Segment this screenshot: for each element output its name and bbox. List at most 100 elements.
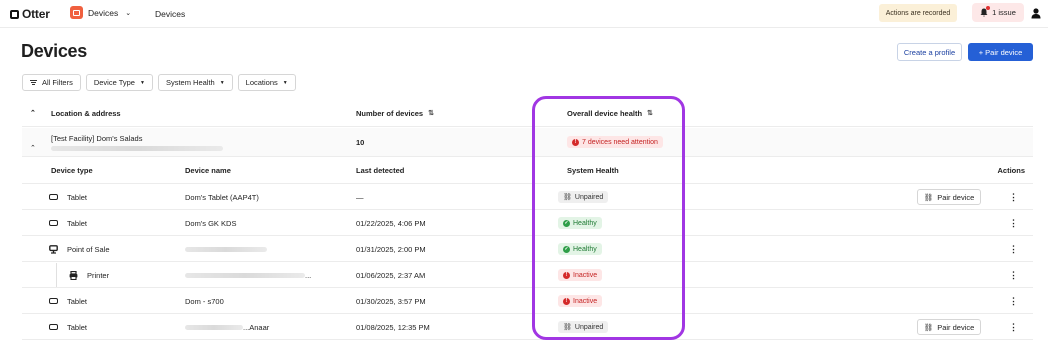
column-header-device-type: Device type: [51, 166, 93, 175]
more-actions-icon[interactable]: ⋮: [1009, 185, 1018, 209]
attention-badge: ! 7 devices need attention: [567, 136, 663, 148]
more-actions-icon[interactable]: ⋮: [1009, 211, 1018, 235]
device-type-cell: Tablet: [49, 211, 87, 235]
tablet-icon: [49, 220, 58, 226]
device-type-cell: Tablet: [49, 185, 87, 209]
device-type: Tablet: [67, 322, 88, 332]
device-type: Tablet: [67, 192, 88, 202]
caret-down-icon: ▼: [219, 79, 225, 86]
alert-icon: !: [563, 297, 570, 305]
device-name-suffix: ...Anaar: [243, 322, 270, 332]
printer-icon: [69, 270, 78, 280]
create-profile-button[interactable]: Create a profile: [897, 43, 962, 61]
device-type: Point of Sale: [67, 244, 110, 254]
device-type-cell: Tablet: [49, 289, 87, 313]
status-label: Inactive: [573, 271, 598, 279]
device-name-suffix: ...: [305, 270, 312, 280]
filter-bar: All Filters Device Type ▼ System Health …: [22, 74, 296, 91]
last-detected: 01/06/2025, 2:37 AM: [356, 270, 426, 280]
device-type-filter[interactable]: Device Type ▼: [85, 74, 153, 91]
last-detected: 01/31/2025, 2:00 PM: [356, 244, 426, 254]
system-health-cell: ! Inactive: [558, 263, 603, 287]
more-actions-icon[interactable]: ⋮: [1009, 263, 1018, 287]
point-of-sale-icon: [49, 244, 58, 254]
device-name-redacted: [185, 246, 267, 252]
bell-icon: [980, 6, 991, 17]
all-filters-button[interactable]: All Filters: [22, 74, 81, 91]
status-label: Healthy: [573, 219, 597, 227]
tablet-icon: [49, 324, 58, 330]
system-health-cell: ✓ Healthy: [558, 211, 602, 235]
issues-label: 1 issue: [992, 8, 1016, 17]
status-badge: ! Inactive: [558, 295, 603, 307]
status-badge: ✓ Healthy: [558, 243, 602, 255]
more-actions-icon[interactable]: ⋮: [1009, 237, 1018, 261]
table-row[interactable]: Tablet Dom - s700 01/30/2025, 3:57 PM ! …: [22, 289, 1033, 314]
link-icon: ⛓: [923, 192, 934, 202]
sort-icon: ⇅: [647, 110, 653, 117]
device-type-cell: Tablet: [49, 315, 87, 339]
device-name: Dom - s700: [185, 296, 224, 306]
more-actions-icon[interactable]: ⋮: [1009, 315, 1018, 339]
column-header-label: Number of devices: [356, 108, 424, 118]
row-pair-device-button[interactable]: ⛓ Pair device: [917, 319, 981, 335]
status-label: Healthy: [573, 245, 597, 253]
system-health-cell: ⛓ Unpaired: [558, 315, 609, 339]
caret-down-icon: ▼: [139, 79, 145, 86]
filter-label: Locations: [245, 78, 278, 87]
user-icon[interactable]: [1031, 8, 1041, 19]
location-row[interactable]: ⌃ [Test Facility] Dom's Salads 10 ! 7 de…: [22, 128, 1033, 157]
sort-icon: ⇅: [428, 110, 434, 117]
collapse-all-icon[interactable]: ⌃: [30, 100, 36, 126]
check-icon: ✓: [563, 219, 570, 227]
location-address-redacted: [51, 145, 223, 151]
breadcrumb[interactable]: Devices: [155, 9, 185, 19]
device-subheader-row: Device type Device name Last detected Sy…: [22, 158, 1033, 184]
table-row[interactable]: Tablet Dom's Tablet (AAP4T) — ⛓ Unpaired…: [22, 185, 1033, 210]
attention-label: 7 devices need attention: [582, 138, 658, 146]
otter-logo[interactable]: Otter: [10, 7, 50, 21]
device-count: 10: [356, 137, 365, 147]
app-switcher[interactable]: Devices ⌄: [70, 6, 131, 19]
system-health-filter[interactable]: System Health ▼: [157, 74, 233, 91]
device-name: Dom's GK KDS: [185, 218, 237, 228]
table-row[interactable]: Printer ... 01/06/2025, 2:37 AM ! Inacti…: [22, 263, 1033, 288]
notification-dot: [986, 6, 991, 10]
column-header-overall-health[interactable]: Overall device health ⇅: [567, 100, 653, 126]
recording-badge: Actions are recorded: [879, 4, 957, 22]
filter-label: Device Type: [93, 78, 135, 87]
check-icon: ✓: [563, 245, 570, 253]
status-badge: ! Inactive: [558, 269, 603, 281]
alert-icon: !: [572, 138, 579, 146]
column-header-number-of-devices[interactable]: Number of devices ⇅: [356, 100, 434, 126]
issues-button[interactable]: 1 issue: [972, 3, 1024, 22]
column-header-actions: Actions: [997, 166, 1025, 175]
last-detected: 01/30/2025, 3:57 PM: [356, 296, 426, 306]
chevron-down-icon: ⌄: [125, 9, 132, 17]
caret-down-icon: ▼: [282, 79, 288, 86]
tablet-icon: [49, 298, 58, 304]
row-pair-device-button[interactable]: ⛓ Pair device: [917, 189, 981, 205]
pair-device-button[interactable]: + Pair device: [968, 43, 1033, 61]
status-badge: ✓ Healthy: [558, 217, 602, 229]
device-name: Dom's Tablet (AAP4T): [185, 192, 259, 202]
system-health-cell: ! Inactive: [558, 289, 603, 313]
status-label: Unpaired: [574, 323, 604, 331]
last-detected: —: [356, 192, 364, 202]
tablet-icon: [49, 194, 58, 200]
child-indent-line: [56, 263, 57, 287]
table-row[interactable]: Point of Sale 01/31/2025, 2:00 PM ✓ Heal…: [22, 237, 1033, 262]
status-label: Inactive: [573, 297, 598, 305]
more-actions-icon[interactable]: ⋮: [1009, 289, 1018, 313]
column-header-location: Location & address: [51, 108, 121, 118]
column-header-label: Overall device health: [567, 108, 643, 118]
last-detected: 01/22/2025, 4:06 PM: [356, 218, 426, 228]
link-icon: ⛓: [923, 322, 934, 332]
system-health-cell: ✓ Healthy: [558, 237, 602, 261]
table-row[interactable]: Tablet ...Anaar 01/08/2025, 12:35 PM ⛓ U…: [22, 315, 1033, 340]
locations-filter[interactable]: Locations ▼: [237, 74, 296, 91]
column-header-last-detected: Last detected: [356, 166, 405, 175]
pair-label: Pair device: [937, 192, 975, 202]
table-row[interactable]: Tablet Dom's GK KDS 01/22/2025, 4:06 PM …: [22, 211, 1033, 236]
unlink-icon: ⛓: [563, 194, 572, 201]
